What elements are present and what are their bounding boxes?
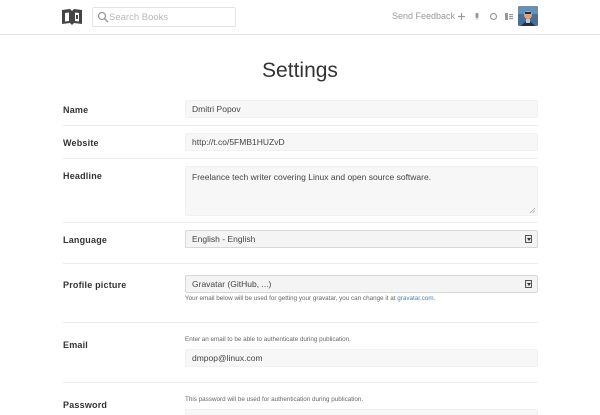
divider (63, 382, 538, 383)
password-help: This password will be used for authentic… (185, 396, 364, 403)
profile-picture-select[interactable]: Gravatar (GitHub, ...) (185, 275, 538, 293)
page-title: Settings (262, 59, 338, 82)
language-label: Language (63, 235, 108, 245)
website-value: http://t.co/5FMB1HUZvD (192, 137, 285, 147)
help-suffix: . (433, 295, 436, 302)
search-input[interactable] (109, 9, 233, 25)
password-field[interactable] (185, 409, 538, 415)
website-field[interactable]: http://t.co/5FMB1HUZvD (185, 133, 538, 151)
resize-grip-icon[interactable] (529, 207, 535, 213)
user-menu-icon[interactable] (503, 10, 515, 22)
website-label: Website (63, 138, 99, 148)
email-value: dmpop@linux.com (192, 353, 263, 363)
profile-picture-selected: Gravatar (GitHub, ...) (192, 279, 272, 289)
top-navigation-bar: Send Feedback (0, 0, 600, 35)
password-label: Password (63, 400, 108, 410)
divider (63, 322, 538, 323)
name-field[interactable]: Dmitri Popov (185, 100, 538, 118)
circle-icon[interactable] (487, 10, 499, 22)
language-select[interactable]: English - English (185, 230, 538, 248)
search-box[interactable] (92, 7, 236, 27)
headline-label: Headline (63, 171, 103, 181)
search-icon (97, 11, 109, 23)
book-logo-icon[interactable] (61, 8, 83, 26)
avatar[interactable] (518, 6, 538, 26)
plus-icon[interactable] (455, 10, 467, 22)
headline-value: Freelance tech writer covering Linux and… (192, 172, 432, 182)
headline-textarea[interactable]: Freelance tech writer covering Linux and… (185, 166, 538, 216)
email-help: Enter an email to be able to authenticat… (185, 336, 351, 343)
profile-picture-help: Your email below will be used for gettin… (185, 295, 435, 302)
name-label: Name (63, 105, 89, 115)
divider (63, 125, 538, 126)
gravatar-link[interactable]: gravatar.com (397, 295, 433, 302)
dropdown-arrow-icon (525, 280, 532, 288)
divider (63, 263, 538, 264)
email-field[interactable]: dmpop@linux.com (185, 349, 538, 367)
send-feedback-link[interactable]: Send Feedback (392, 11, 455, 21)
dropdown-arrow-icon (525, 235, 532, 243)
email-label: Email (63, 340, 89, 350)
profile-picture-label: Profile picture (63, 280, 127, 290)
language-selected: English - English (192, 234, 256, 244)
name-value: Dmitri Popov (192, 104, 241, 114)
profile-picture-help-text: Your email below will be used for gettin… (185, 295, 398, 302)
divider (63, 158, 538, 159)
bell-icon[interactable] (471, 10, 483, 22)
divider (63, 222, 538, 223)
